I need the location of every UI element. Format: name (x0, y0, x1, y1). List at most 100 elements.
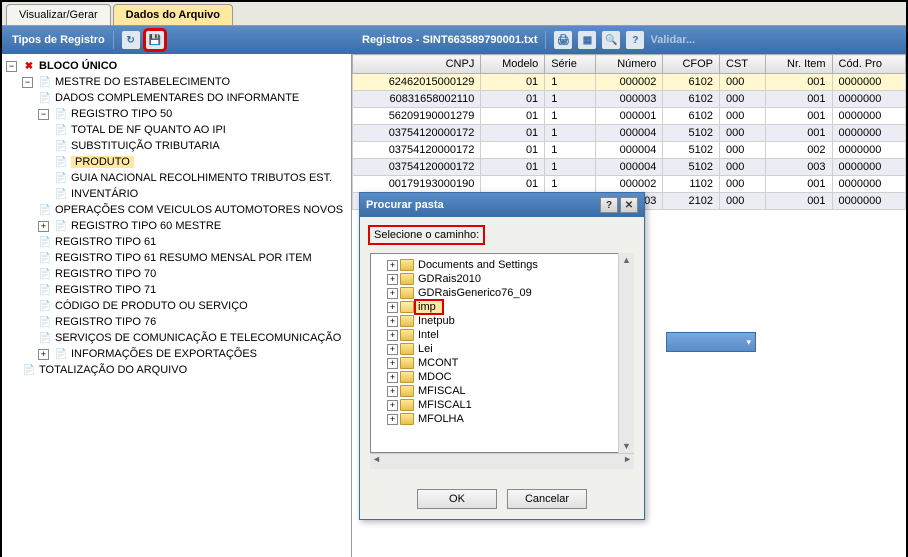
refresh-icon[interactable]: ↻ (122, 31, 140, 49)
tree-item[interactable]: −📄MESTRE DO ESTABELECIMENTO (22, 75, 230, 89)
table-row[interactable]: 5620919000127901100000161020000010000000 (353, 108, 906, 125)
folder-icon (400, 287, 414, 299)
cell-cst: 000 (720, 176, 766, 193)
folder-item[interactable]: +GDRaisGenerico76_09 (375, 286, 629, 300)
toolbar-separator (545, 31, 546, 49)
folder-icon (400, 385, 414, 397)
tree-item[interactable]: +📄REGISTRO TIPO 60 MESTRE (38, 219, 221, 233)
expand-icon[interactable]: + (387, 316, 398, 327)
col-numero[interactable]: Número (595, 55, 663, 74)
table-row[interactable]: 6083165800211001100000361020000010000000 (353, 91, 906, 108)
table-row[interactable]: 0017919300019001100000211020000010000000 (353, 176, 906, 193)
tree-item[interactable]: 📄TOTAL DE NF QUANTO AO IPI (54, 123, 226, 137)
expand-icon[interactable]: + (387, 372, 398, 383)
doc-icon: 📄 (38, 267, 52, 281)
tree-item[interactable]: 📄TOTALIZAÇÃO DO ARQUIVO (22, 363, 187, 377)
folder-icon (400, 371, 414, 383)
tree-item[interactable]: 📄CÓDIGO DE PRODUTO OU SERVIÇO (38, 299, 248, 313)
expand-icon[interactable]: + (387, 358, 398, 369)
tree-item[interactable]: 📄SUBSTITUIÇÃO TRIBUTARIA (54, 139, 220, 153)
scrollbar-horizontal[interactable] (370, 453, 634, 469)
col-codpro[interactable]: Cód. Pro (832, 55, 905, 74)
folder-item[interactable]: +MFISCAL1 (375, 398, 629, 412)
tree-item[interactable]: 📄INVENTÁRIO (54, 187, 138, 201)
tree-item[interactable]: 📄REGISTRO TIPO 70 (38, 267, 156, 281)
expand-icon[interactable]: + (387, 274, 398, 285)
expand-icon[interactable]: + (387, 344, 398, 355)
tree-item[interactable]: 📄REGISTRO TIPO 76 (38, 315, 156, 329)
col-serie[interactable]: Série (545, 55, 595, 74)
cancel-button[interactable]: Cancelar (507, 489, 587, 509)
folder-item[interactable]: +MDOC (375, 370, 629, 384)
table-row[interactable]: 0375412000017201100000451020000030000000 (353, 159, 906, 176)
cell-cst: 000 (720, 142, 766, 159)
expand-icon[interactable]: + (38, 349, 49, 360)
table-row[interactable]: 6246201500012901100000261020000010000000 (353, 74, 906, 91)
tab-visualizar[interactable]: Visualizar/Gerar (6, 4, 111, 25)
folder-item[interactable]: +MFISCAL (375, 384, 629, 398)
cell-serie: 1 (545, 74, 595, 91)
expand-icon[interactable]: + (387, 288, 398, 299)
cell-nritem: 001 (765, 74, 832, 91)
expand-icon[interactable]: + (387, 386, 398, 397)
tree-item[interactable]: 📄REGISTRO TIPO 61 RESUMO MENSAL POR ITEM (38, 251, 312, 265)
collapse-icon[interactable]: − (6, 61, 17, 72)
table-row[interactable]: 0375412000017201100000451020000010000000 (353, 125, 906, 142)
collapse-icon[interactable]: − (22, 77, 33, 88)
tab-dados-arquivo[interactable]: Dados do Arquivo (113, 4, 233, 25)
folder-item[interactable]: +Documents and Settings (375, 258, 629, 272)
filter-dropdown[interactable] (666, 332, 756, 352)
validar-button[interactable]: Validar... (650, 34, 695, 46)
col-nritem[interactable]: Nr. Item (765, 55, 832, 74)
root-icon: ✖ (22, 59, 36, 73)
expand-icon[interactable]: + (387, 260, 398, 271)
expand-icon[interactable]: + (387, 414, 398, 425)
tree-item[interactable]: 📄OPERAÇÕES COM VEICULOS AUTOMOTORES NOVO… (38, 203, 343, 217)
folder-tree[interactable]: +Documents and Settings +GDRais2010 +GDR… (370, 253, 634, 453)
folder-item[interactable]: +Inetpub (375, 314, 629, 328)
help-icon[interactable]: ? (626, 31, 644, 49)
tree-item[interactable]: +📄INFORMAÇÕES DE EXPORTAÇÕES (38, 347, 257, 361)
grid-icon[interactable]: ▦ (578, 31, 596, 49)
cell-cfop: 6102 (663, 74, 720, 91)
dialog-close-button[interactable]: ✕ (620, 197, 638, 213)
folder-item[interactable]: +Lei (375, 342, 629, 356)
tree-item[interactable]: 📄SERVIÇOS DE COMUNICAÇÃO E TELECOMUNICAÇ… (38, 331, 341, 345)
expand-icon[interactable]: + (387, 330, 398, 341)
expand-icon[interactable]: + (387, 400, 398, 411)
col-cst[interactable]: CST (720, 55, 766, 74)
folder-item[interactable]: +GDRais2010 (375, 272, 629, 286)
zoom-icon[interactable]: 🔍 (602, 31, 620, 49)
cell-serie: 1 (545, 159, 595, 176)
dialog-help-button[interactable]: ? (600, 197, 618, 213)
col-cfop[interactable]: CFOP (663, 55, 720, 74)
cell-nritem: 001 (765, 193, 832, 210)
print-icon[interactable]: 🖨 (554, 31, 572, 49)
tree-item[interactable]: 📄DADOS COMPLEMENTARES DO INFORMANTE (38, 91, 299, 105)
folder-icon (400, 273, 414, 285)
expand-icon[interactable]: + (38, 221, 49, 232)
data-grid[interactable]: CNPJ Modelo Série Número CFOP CST Nr. It… (352, 54, 906, 210)
cell-codpro: 0000000 (832, 159, 905, 176)
col-modelo[interactable]: Modelo (481, 55, 545, 74)
expand-icon[interactable]: + (387, 302, 398, 313)
tree-item[interactable]: 📄REGISTRO TIPO 71 (38, 283, 156, 297)
cell-cst: 000 (720, 193, 766, 210)
table-row[interactable]: 0375412000017201100000451020000020000000 (353, 142, 906, 159)
scrollbar-vertical[interactable] (618, 253, 634, 453)
toolbar-separator (113, 31, 114, 49)
tree-root[interactable]: −✖BLOCO ÚNICO (6, 59, 117, 73)
save-disk-icon[interactable]: 💾 (146, 31, 164, 49)
doc-icon: 📄 (38, 315, 52, 329)
collapse-icon[interactable]: − (38, 109, 49, 120)
tree-item[interactable]: −📄REGISTRO TIPO 50 (38, 107, 172, 121)
ok-button[interactable]: OK (417, 489, 497, 509)
tree-item-produto[interactable]: 📄PRODUTO (54, 155, 134, 169)
tree-item[interactable]: 📄REGISTRO TIPO 61 (38, 235, 156, 249)
col-cnpj[interactable]: CNPJ (353, 55, 481, 74)
folder-item[interactable]: +MFOLHA (375, 412, 629, 426)
folder-item[interactable]: +MCONT (375, 356, 629, 370)
folder-item-selected[interactable]: +imp (375, 300, 629, 314)
folder-item[interactable]: +Intel (375, 328, 629, 342)
tree-item[interactable]: 📄GUIA NACIONAL RECOLHIMENTO TRIBUTOS EST… (54, 171, 332, 185)
